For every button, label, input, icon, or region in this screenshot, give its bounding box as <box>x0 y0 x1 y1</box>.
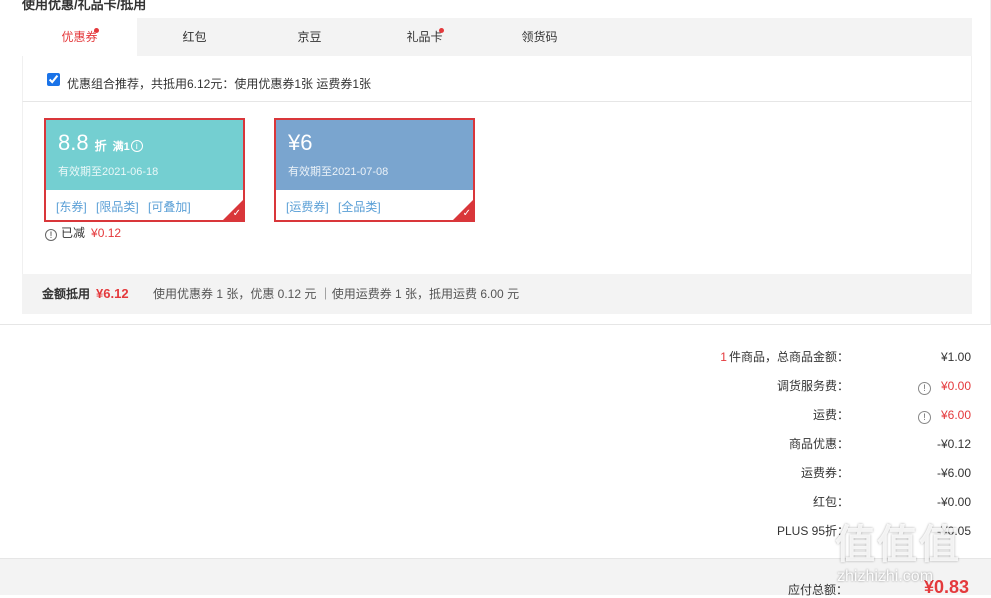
saved-label: 已减 <box>61 226 86 240</box>
new-dot-icon <box>439 28 444 33</box>
grand-total-bar: 应付总额： ¥0.83 <box>0 558 991 597</box>
grand-total-label: 应付总额： <box>787 583 848 597</box>
summary-label: 金额抵用 ¥6.12 <box>42 274 129 314</box>
coupon-card[interactable]: 8.8 折满1 i 有效期至2021-06-18 [东券] [限品类] [可叠加] … <box>44 118 245 222</box>
checkmark-icon: ✓ <box>232 208 241 219</box>
coupon-list: 8.8 折满1 i 有效期至2021-06-18 [东券] [限品类] [可叠加] … <box>22 102 972 274</box>
coupon-tag: [运费券] <box>286 200 329 214</box>
coupon-panel: 优惠券 红包 京豆 礼品卡 领货码 优惠组合推荐，共抵用6.12元：使用优惠券1… <box>0 0 991 325</box>
total-value: -¥0.05 <box>936 524 971 538</box>
discount-summary: 金额抵用 ¥6.12 使用优惠券 1 张，优惠 0.12 元 ｜使用运费券 1 张… <box>22 274 972 314</box>
info-icon[interactable]: i <box>130 140 143 152</box>
coupon-condition: 满1 <box>112 141 130 153</box>
coupon-expiry: 有效期至2021-07-08 <box>288 166 389 178</box>
recommend-bar: 优惠组合推荐，共抵用6.12元：使用优惠券1张 运费券1张 <box>22 56 972 102</box>
coupon-head: 8.8 折满1 i 有效期至2021-06-18 <box>46 120 243 190</box>
tab-jingdou[interactable]: 京豆 <box>252 18 367 56</box>
total-value: -¥6.00 <box>936 466 971 480</box>
total-value-text: ¥0.00 <box>940 379 971 393</box>
info-icon[interactable]: ! <box>45 229 57 241</box>
coupon-head: ¥6 有效期至2021-07-08 <box>276 120 473 190</box>
info-icon[interactable]: ! <box>917 382 931 395</box>
total-label: 运费： <box>812 408 849 422</box>
summary-label-text: 金额抵用 <box>42 287 91 301</box>
tab-label: 红包 <box>182 30 207 44</box>
coupon-tabs: 优惠券 红包 京豆 礼品卡 领货码 <box>22 18 972 56</box>
tab-red-packet[interactable]: 红包 <box>137 18 252 56</box>
total-value: ¥1.00 <box>940 350 971 364</box>
recommend-checkbox[interactable] <box>47 73 60 86</box>
item-count: 1 <box>720 350 727 364</box>
total-label: 1 件商品，总商品金额： <box>720 346 849 368</box>
total-value-text: ¥6.00 <box>940 408 971 422</box>
total-row: PLUS 95折： -¥0.05 <box>571 520 971 549</box>
total-label: 红包： <box>812 495 849 509</box>
total-label-text: 件商品，总商品金额： <box>728 350 849 364</box>
tab-gift-card[interactable]: 礼品卡 <box>367 18 482 56</box>
total-value: -¥0.00 <box>936 495 971 509</box>
coupon-tag: [可叠加] <box>148 200 191 214</box>
coupon-tag: [全品类] <box>338 200 381 214</box>
tab-label: 领货码 <box>521 30 558 44</box>
total-label: 调货服务费： <box>776 379 849 393</box>
new-dot-icon <box>94 28 99 33</box>
checkmark-icon: ✓ <box>462 208 471 219</box>
tab-pickup-code[interactable]: 领货码 <box>482 18 597 56</box>
coupon-unit: 折 <box>94 139 107 153</box>
total-value: -¥0.12 <box>936 437 971 451</box>
coupon-tag: [限品类] <box>96 200 139 214</box>
total-row: 1 件商品，总商品金额： ¥1.00 <box>571 346 971 375</box>
coupon-tag: [东券] <box>56 200 87 214</box>
summary-desc: 使用优惠券 1 张，优惠 0.12 元 ｜使用运费券 1 张，抵用运费 6.00… <box>153 287 520 301</box>
total-row: 运费： ! ¥6.00 <box>571 404 971 433</box>
coupon-value: 8.8 折满1 i <box>58 130 143 156</box>
coupon-tags: [运费券] [全品类] <box>286 198 387 215</box>
tab-label: 京豆 <box>297 30 322 44</box>
coupon-card[interactable]: ¥6 有效期至2021-07-08 [运费券] [全品类] ✓ <box>274 118 475 222</box>
coupon-value-number: 8.8 <box>58 130 89 155</box>
coupon-tags: [东券] [限品类] [可叠加] <box>56 198 197 215</box>
order-totals: 1 件商品，总商品金额： ¥1.00 调货服务费： ! ¥0.00 运费： ! ¥6.… <box>571 346 971 549</box>
total-row: 运费券： -¥6.00 <box>571 462 971 491</box>
total-value: ! ¥0.00 <box>917 375 971 397</box>
saved-value: ¥0.12 <box>91 226 122 240</box>
total-label: PLUS 95折： <box>776 524 849 538</box>
total-row: 红包： -¥0.00 <box>571 491 971 520</box>
recommend-text: 优惠组合推荐，共抵用6.12元：使用优惠券1张 运费券1张 <box>67 77 372 91</box>
coupon-value: ¥6 <box>288 130 313 155</box>
summary-amount: ¥6.12 <box>96 286 129 301</box>
total-value: ! ¥6.00 <box>917 404 971 426</box>
tab-label: 优惠券 <box>61 30 98 44</box>
coupon-expiry: 有效期至2021-06-18 <box>58 166 159 178</box>
total-row: 调货服务费： ! ¥0.00 <box>571 375 971 404</box>
info-icon[interactable]: ! <box>917 411 931 424</box>
total-row: 商品优惠： -¥0.12 <box>571 433 971 462</box>
total-label: 商品优惠： <box>788 437 849 451</box>
tab-coupon[interactable]: 优惠券 <box>22 18 137 56</box>
tab-label: 礼品卡 <box>406 30 443 44</box>
total-label: 运费券： <box>800 466 849 480</box>
saved-amount: ! 已减 ¥0.12 <box>45 224 121 241</box>
